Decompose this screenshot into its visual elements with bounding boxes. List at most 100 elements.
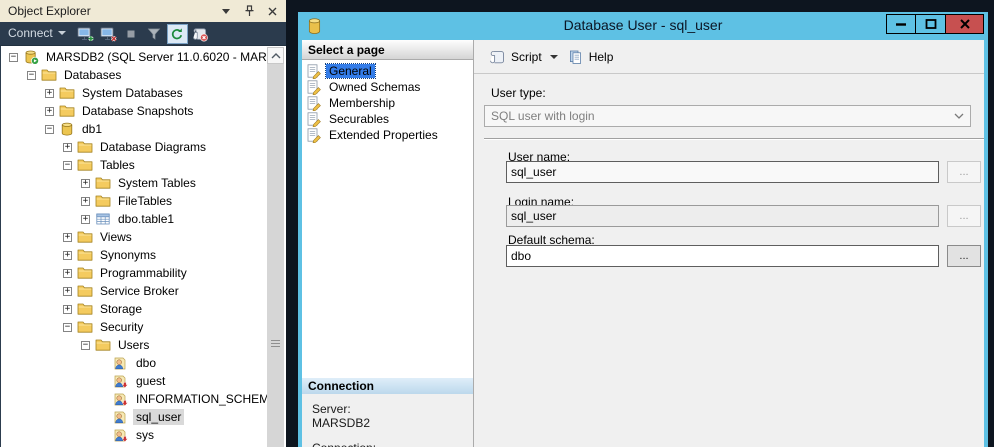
login-name-browse-button: ... bbox=[947, 205, 981, 227]
tree-item-information-schem[interactable]: INFORMATION_SCHEM bbox=[1, 390, 268, 408]
close-button[interactable] bbox=[946, 14, 984, 34]
collapse-icon[interactable]: − bbox=[45, 125, 54, 134]
minimize-button[interactable] bbox=[886, 14, 916, 34]
expand-icon[interactable]: + bbox=[63, 143, 72, 152]
tree-item-label: INFORMATION_SCHEM bbox=[133, 391, 268, 407]
tree-item-views[interactable]: +Views bbox=[1, 228, 268, 246]
page-item-label: Securables bbox=[326, 112, 392, 126]
collapse-icon[interactable]: − bbox=[63, 161, 72, 170]
tree-item-tables[interactable]: − Tables bbox=[1, 156, 268, 174]
tree-item-guest[interactable]: guest bbox=[1, 372, 268, 390]
expand-icon[interactable]: + bbox=[45, 89, 54, 98]
page-item-securables[interactable]: Securables bbox=[302, 111, 473, 127]
tree-item-marsdb2-sql-server-11-0-6020-marsd[interactable]: −MARSDB2 (SQL Server 11.0.6020 - MARSD bbox=[1, 48, 268, 66]
tree-item-label: sys bbox=[133, 427, 157, 443]
default-schema-browse-button[interactable]: ... bbox=[947, 245, 981, 267]
tree-item-database-snapshots[interactable]: +Database Snapshots bbox=[1, 102, 268, 120]
collapse-icon[interactable]: − bbox=[9, 53, 18, 62]
tree-item-synonyms[interactable]: +Synonyms bbox=[1, 246, 268, 264]
maximize-button[interactable] bbox=[916, 14, 946, 34]
tree-item-label: Security bbox=[97, 319, 146, 335]
tree-item-dbo-table1[interactable]: +dbo.table1 bbox=[1, 210, 268, 228]
connection-label: Connection: bbox=[312, 441, 473, 447]
pin-icon[interactable] bbox=[243, 5, 255, 17]
tree-item-service-broker[interactable]: + Service Broker bbox=[1, 282, 268, 300]
object-explorer-title: Object Explorer bbox=[8, 4, 220, 18]
tree-item-label: Storage bbox=[97, 301, 145, 317]
expand-icon[interactable]: + bbox=[81, 179, 90, 188]
dialog-titlebar: Database User - sql_user bbox=[298, 12, 988, 40]
scrollbar-thumb[interactable] bbox=[267, 64, 284, 447]
user-off-icon bbox=[113, 427, 129, 443]
tree-item-label: Service Broker bbox=[97, 283, 182, 299]
object-explorer-toolbar: Connect bbox=[0, 22, 286, 46]
tree-scrollbar[interactable] bbox=[267, 47, 284, 447]
object-explorer-panel: Object Explorer Connect −MARSDB2 (SQL Se bbox=[0, 0, 286, 447]
tree-item-database-diagrams[interactable]: +Database Diagrams bbox=[1, 138, 268, 156]
folder-icon bbox=[77, 139, 93, 155]
expand-icon[interactable]: + bbox=[63, 233, 72, 242]
expand-icon[interactable]: + bbox=[45, 107, 54, 116]
page-item-membership[interactable]: Membership bbox=[302, 95, 473, 111]
page-item-general[interactable]: General bbox=[302, 63, 473, 79]
folder-icon bbox=[59, 85, 75, 101]
user-name-field[interactable] bbox=[506, 161, 939, 183]
refresh-icon[interactable] bbox=[167, 24, 188, 44]
help-button[interactable]: Help bbox=[564, 46, 618, 68]
server-value: MARSDB2 bbox=[312, 416, 473, 430]
expand-icon[interactable]: + bbox=[63, 269, 72, 278]
login-name-field bbox=[506, 205, 939, 227]
chevron-down-icon bbox=[58, 31, 66, 35]
default-schema-field[interactable] bbox=[506, 245, 939, 267]
table-icon bbox=[95, 211, 111, 227]
page-icon bbox=[306, 127, 322, 143]
collapse-icon[interactable]: − bbox=[27, 71, 36, 80]
tree-item-security[interactable]: − Security bbox=[1, 318, 268, 336]
script-cancel-icon[interactable] bbox=[190, 24, 211, 44]
page-item-extended-properties[interactable]: Extended Properties bbox=[302, 127, 473, 143]
tree-item-sys[interactable]: sys bbox=[1, 426, 268, 444]
tree-item-filetables[interactable]: +FileTables bbox=[1, 192, 268, 210]
tree-item-label: Users bbox=[115, 337, 152, 353]
tree-item-system-databases[interactable]: +System Databases bbox=[1, 84, 268, 102]
tree-item-storage[interactable]: + Storage bbox=[1, 300, 268, 318]
object-explorer-titlebar: Object Explorer bbox=[0, 0, 286, 22]
expand-icon[interactable]: + bbox=[81, 197, 90, 206]
server-icon bbox=[23, 49, 39, 65]
connect-button[interactable]: Connect bbox=[6, 24, 72, 43]
page-icon bbox=[306, 79, 322, 95]
script-button[interactable]: Script bbox=[484, 46, 546, 68]
connect-server-icon[interactable] bbox=[75, 24, 96, 44]
scroll-up-icon[interactable] bbox=[267, 47, 284, 64]
dialog-title: Database User - sql_user bbox=[298, 17, 988, 33]
chevron-down-icon bbox=[954, 113, 964, 119]
close-icon[interactable] bbox=[266, 5, 278, 17]
tree-item-users[interactable]: − Users bbox=[1, 336, 268, 354]
tree-item-sql-user[interactable]: sql_user bbox=[1, 408, 268, 426]
collapse-icon[interactable]: − bbox=[81, 341, 90, 350]
disconnect-server-icon[interactable] bbox=[98, 24, 119, 44]
tree-item-databases[interactable]: −Databases bbox=[1, 66, 268, 84]
page-icon bbox=[306, 95, 322, 111]
user-type-label: User type: bbox=[491, 86, 546, 100]
tree-item-programmability[interactable]: +Programmability bbox=[1, 264, 268, 282]
connection-panel: Server: MARSDB2 Connection: bbox=[302, 394, 473, 447]
script-dropdown-icon[interactable] bbox=[550, 55, 558, 59]
page-item-label: General bbox=[326, 64, 375, 78]
window-position-icon[interactable] bbox=[220, 5, 232, 17]
expand-icon[interactable]: + bbox=[63, 251, 72, 260]
tree-item-dbo[interactable]: dbo bbox=[1, 354, 268, 372]
page-item-owned-schemas[interactable]: Owned Schemas bbox=[302, 79, 473, 95]
expand-icon[interactable]: + bbox=[81, 215, 90, 224]
tree-item-db1[interactable]: −db1 bbox=[1, 120, 268, 138]
expand-icon[interactable]: + bbox=[63, 287, 72, 296]
expand-icon[interactable]: + bbox=[63, 305, 72, 314]
user-type-value: SQL user with login bbox=[491, 109, 954, 123]
tree-item-label: System Tables bbox=[115, 175, 199, 191]
tree-item-label: Tables bbox=[97, 157, 138, 173]
tree-item-system-tables[interactable]: + System Tables bbox=[1, 174, 268, 192]
user-off-icon bbox=[113, 373, 129, 389]
help-icon bbox=[568, 49, 584, 65]
user-type-dropdown[interactable]: SQL user with login bbox=[484, 105, 971, 127]
collapse-icon[interactable]: − bbox=[63, 323, 72, 332]
